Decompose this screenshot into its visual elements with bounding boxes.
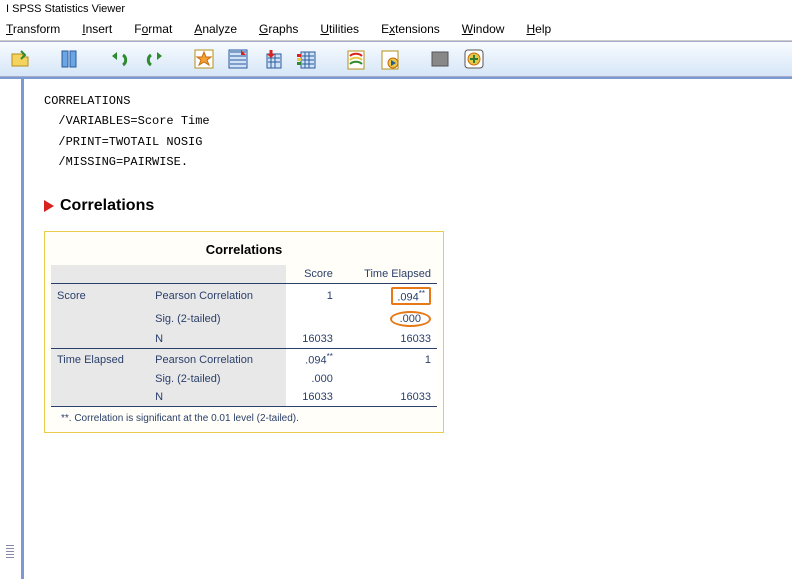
cell-value — [286, 308, 339, 330]
menu-transform[interactable]: Transform — [6, 22, 60, 36]
undo-icon[interactable] — [106, 45, 134, 73]
row-stat: Pearson Correlation — [149, 283, 286, 308]
syntax-line: /PRINT=TWOTAIL NOSIG — [44, 132, 772, 152]
row-stat: N — [149, 330, 286, 349]
cell-value: 16033 — [339, 388, 437, 406]
section-heading: Correlations — [44, 197, 772, 215]
run-icon[interactable] — [376, 45, 404, 73]
cell-value: .000 — [286, 370, 339, 388]
select-cases-icon[interactable] — [292, 45, 320, 73]
syntax-line: /MISSING=PAIRWISE. — [44, 152, 772, 172]
menu-analyze[interactable]: Analyze — [194, 22, 237, 36]
menu-graphs[interactable]: Graphs — [259, 22, 298, 36]
row-stat: N — [149, 388, 286, 406]
row-variable — [51, 308, 149, 330]
cell-value: .094** — [286, 349, 339, 370]
table-footnote: **. Correlation is significant at the 0.… — [51, 406, 437, 426]
cell-value: .000 — [339, 308, 437, 330]
cell-value: 1 — [286, 283, 339, 308]
col-header: Time Elapsed — [339, 265, 437, 284]
correlations-table[interactable]: Correlations Score Time Elapsed ScorePea… — [44, 231, 444, 433]
add-icon[interactable] — [460, 45, 488, 73]
menu-extensions[interactable]: Extensions — [381, 22, 440, 36]
designate-window-icon[interactable] — [426, 45, 454, 73]
menu-format[interactable]: Format — [134, 22, 172, 36]
syntax-line: CORRELATIONS — [44, 91, 772, 111]
preview-icon[interactable] — [56, 45, 84, 73]
row-stat: Sig. (2-tailed) — [149, 308, 286, 330]
cell-value: 16033 — [286, 388, 339, 406]
row-stat: Pearson Correlation — [149, 349, 286, 370]
row-variable — [51, 370, 149, 388]
row-stat: Sig. (2-tailed) — [149, 370, 286, 388]
cell-value: 1 — [339, 349, 437, 370]
cell-value: 16033 — [286, 330, 339, 349]
dialog-recall-icon[interactable] — [342, 45, 370, 73]
open-icon[interactable] — [6, 45, 34, 73]
row-variable: Score — [51, 283, 149, 308]
pane-resize-handle[interactable] — [6, 545, 14, 559]
menubar: Transform Insert Format Analyze Graphs U… — [0, 18, 792, 41]
menu-insert[interactable]: Insert — [82, 22, 112, 36]
syntax-block: CORRELATIONS /VARIABLES=Score Time /PRIN… — [44, 91, 772, 173]
cell-value — [339, 370, 437, 388]
arrow-icon — [44, 200, 54, 212]
menu-help[interactable]: Help — [526, 22, 551, 36]
col-header: Score — [286, 265, 339, 284]
output-pane[interactable]: CORRELATIONS /VARIABLES=Score Time /PRIN… — [24, 79, 792, 579]
window-title: I SPSS Statistics Viewer — [0, 0, 792, 18]
cell-value: 16033 — [339, 330, 437, 349]
goto-case-icon[interactable] — [224, 45, 252, 73]
row-variable: Time Elapsed — [51, 349, 149, 370]
toolbar — [0, 41, 792, 77]
row-variable — [51, 330, 149, 349]
menu-window[interactable]: Window — [462, 22, 505, 36]
outline-pane[interactable] — [0, 79, 24, 579]
row-variable — [51, 388, 149, 406]
goto-data-icon[interactable] — [190, 45, 218, 73]
cell-value: .094** — [339, 283, 437, 308]
table-title: Correlations — [51, 238, 437, 265]
menu-utilities[interactable]: Utilities — [320, 22, 359, 36]
section-title: Correlations — [60, 197, 154, 215]
variables-icon[interactable] — [258, 45, 286, 73]
syntax-line: /VARIABLES=Score Time — [44, 111, 772, 131]
workspace: CORRELATIONS /VARIABLES=Score Time /PRIN… — [0, 77, 792, 579]
redo-icon[interactable] — [140, 45, 168, 73]
